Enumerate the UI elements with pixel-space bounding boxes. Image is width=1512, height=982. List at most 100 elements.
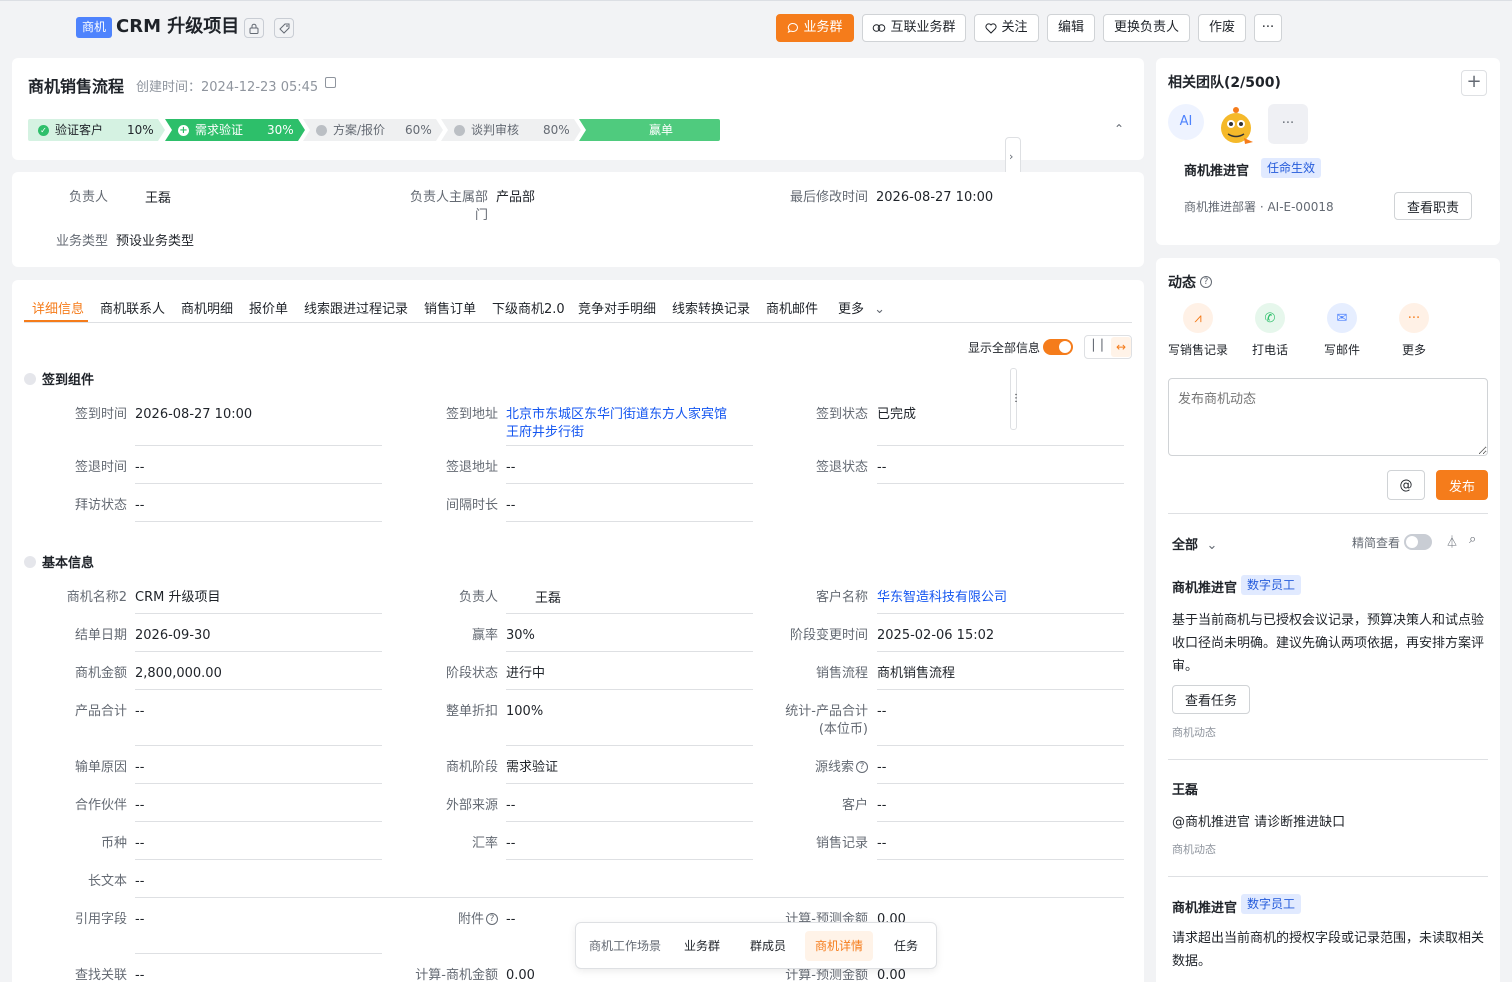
field-label: 产品合计 [74,704,127,719]
float-item-scene[interactable]: 商机工作场景 [579,931,671,961]
feed-author[interactable]: 商机推进官 [1172,897,1237,916]
linked-group-button[interactable]: 互联业务群 [862,14,966,42]
tab-emails[interactable]: 商机邮件 [766,298,818,317]
publish-button[interactable]: 发布 [1436,470,1488,500]
pending-circle-icon [316,124,327,136]
basic-group-header[interactable]: 基本信息 [24,552,94,571]
float-item-detail[interactable]: 商机详情 [805,931,874,961]
search-icon[interactable]: ⌕ [1469,532,1476,547]
help-icon[interactable]: ? [1200,276,1212,288]
field-label: 整单折扣 [445,704,498,719]
field-value[interactable]: 王磊 [535,590,561,608]
show-all-toggle[interactable] [1043,339,1073,355]
field-value: -- [135,760,145,775]
field-label: 间隔时长 [445,498,498,513]
follow-button[interactable]: 关注 [974,14,1039,42]
field-label: 阶段变更时间 [789,628,868,643]
resize-handle[interactable]: ⋮ [1010,368,1021,430]
field-label: 计算-预测金额 [785,968,868,982]
help-icon[interactable]: ? [856,761,868,773]
tag-icon[interactable] [274,18,294,38]
field-label: 负责人 [458,590,498,605]
tab-competitors[interactable]: 竞争对手明细 [578,298,656,317]
created-time: 创建时间：2024-12-23 05:45 [136,80,319,95]
field-value: 商机销售流程 [877,666,956,681]
view-task-button[interactable]: 查看任务 [1172,685,1250,714]
more-actions-button[interactable]: ··· [1254,14,1282,42]
tab-contacts[interactable]: 商机联系人 [100,298,165,317]
feed-source: 商机动态 [1172,726,1216,739]
feed-filter-dropdown[interactable]: 全部 ⌄ [1172,534,1217,553]
field-value: -- [877,460,887,475]
more-members-button[interactable]: ··· [1268,104,1308,144]
stage-proposal[interactable]: 方案/报价 60% [306,119,442,141]
tab-sales-orders[interactable]: 销售订单 [424,298,476,317]
view-duty-button[interactable]: 查看职责 [1394,192,1472,220]
customer-name-link[interactable]: 华东智造科技有限公司 [877,589,1007,607]
biz-group-button[interactable]: 业务群 [776,14,854,42]
checkin-address-link[interactable]: 北京市东城区东华门街道东方人家宾馆王府井步行街 [506,406,736,442]
stage-requirement-verify[interactable]: + 需求验证 30% [168,119,304,141]
float-item-group[interactable]: 业务群 [674,931,730,961]
copy-icon[interactable] [325,77,336,88]
feed-author[interactable]: 商机推进官 [1172,577,1237,596]
stage-negotiation[interactable]: 谈判审核 80% [444,119,580,141]
tab-quotes[interactable]: 报价单 [249,298,288,317]
tab-lead-conversion[interactable]: 线索转换记录 [672,298,750,317]
field-label: 统计-产品合计(本位币) [785,704,868,737]
filter-icon[interactable]: ⏃ [1446,533,1458,550]
field-label: 商机阶段 [445,760,498,775]
owner-value[interactable]: 王磊 [145,190,171,208]
field-label: 长文本 [87,874,127,889]
field-value: -- [135,912,145,927]
tab-lead-followup[interactable]: 线索跟进过程记录 [304,298,408,317]
tab-sub-opps[interactable]: 下级商机2.0 [492,298,565,317]
field-value: 已完成 [877,407,917,422]
write-email-action[interactable]: ✉ 写邮件 [1312,303,1372,358]
float-item-members[interactable]: 群成员 [740,931,796,961]
field-label: 签退状态 [815,460,868,475]
layout-switch[interactable]: ▏▏ ↔ [1084,335,1132,359]
biztype-label: 业务类型 [55,234,108,249]
biztype-value: 预设业务类型 [116,234,195,249]
stage-verify-customer[interactable]: ✓ 验证客户 10% [28,119,158,141]
summary-card [12,172,1144,267]
field-label: 商机金额 [74,666,127,681]
add-member-button[interactable]: + [1461,70,1487,96]
show-all-label: 显示全部信息 [968,341,1041,355]
simple-view-toggle[interactable] [1404,534,1432,550]
check-circle-icon: ✓ [38,124,49,136]
field-value: -- [506,460,516,475]
field-value: 30% [506,628,535,643]
ai-avatar[interactable]: AI [1168,104,1204,140]
feed-text: @商机推进官 请诊断推进缺口 [1172,815,1346,830]
help-icon[interactable]: ? [486,913,498,925]
field-value: -- [877,704,887,719]
post-activity-input[interactable] [1168,378,1488,456]
stage-won[interactable]: 赢单 [582,119,722,141]
call-action[interactable]: ✆ 打电话 [1240,303,1300,358]
edit-button[interactable]: 编辑 [1047,14,1095,42]
tab-more[interactable]: 更多 ⌄ [838,298,885,317]
checkin-group-header[interactable]: 签到组件 [24,369,94,388]
tab-detail[interactable]: 详细信息 [32,298,84,317]
mention-button[interactable]: @ [1387,470,1425,500]
field-value: 0.00 [506,968,535,982]
field-label: 拜访状态 [74,498,127,513]
tab-items[interactable]: 商机明细 [181,298,233,317]
change-owner-button[interactable]: 更换负责人 [1103,14,1190,42]
field-value: -- [135,874,145,889]
lock-icon[interactable] [244,18,264,38]
mascot-avatar[interactable] [1214,104,1258,146]
field-label: 计算-商机金额 [415,968,498,982]
float-item-tasks[interactable]: 任务 [884,931,928,961]
more-action[interactable]: ··· 更多 [1384,303,1444,358]
field-label: 附件 [457,912,484,927]
void-button[interactable]: 作废 [1198,14,1246,42]
field-value: -- [506,836,516,851]
write-sales-record-action[interactable]: ⩘ 写销售记录 [1168,303,1228,358]
feed-author[interactable]: 王磊 [1172,779,1198,798]
chart-icon: ⩘ [1183,303,1213,333]
collapse-icon[interactable]: ⌃ [1114,122,1124,136]
field-value: 2025-02-06 15:02 [877,628,995,643]
